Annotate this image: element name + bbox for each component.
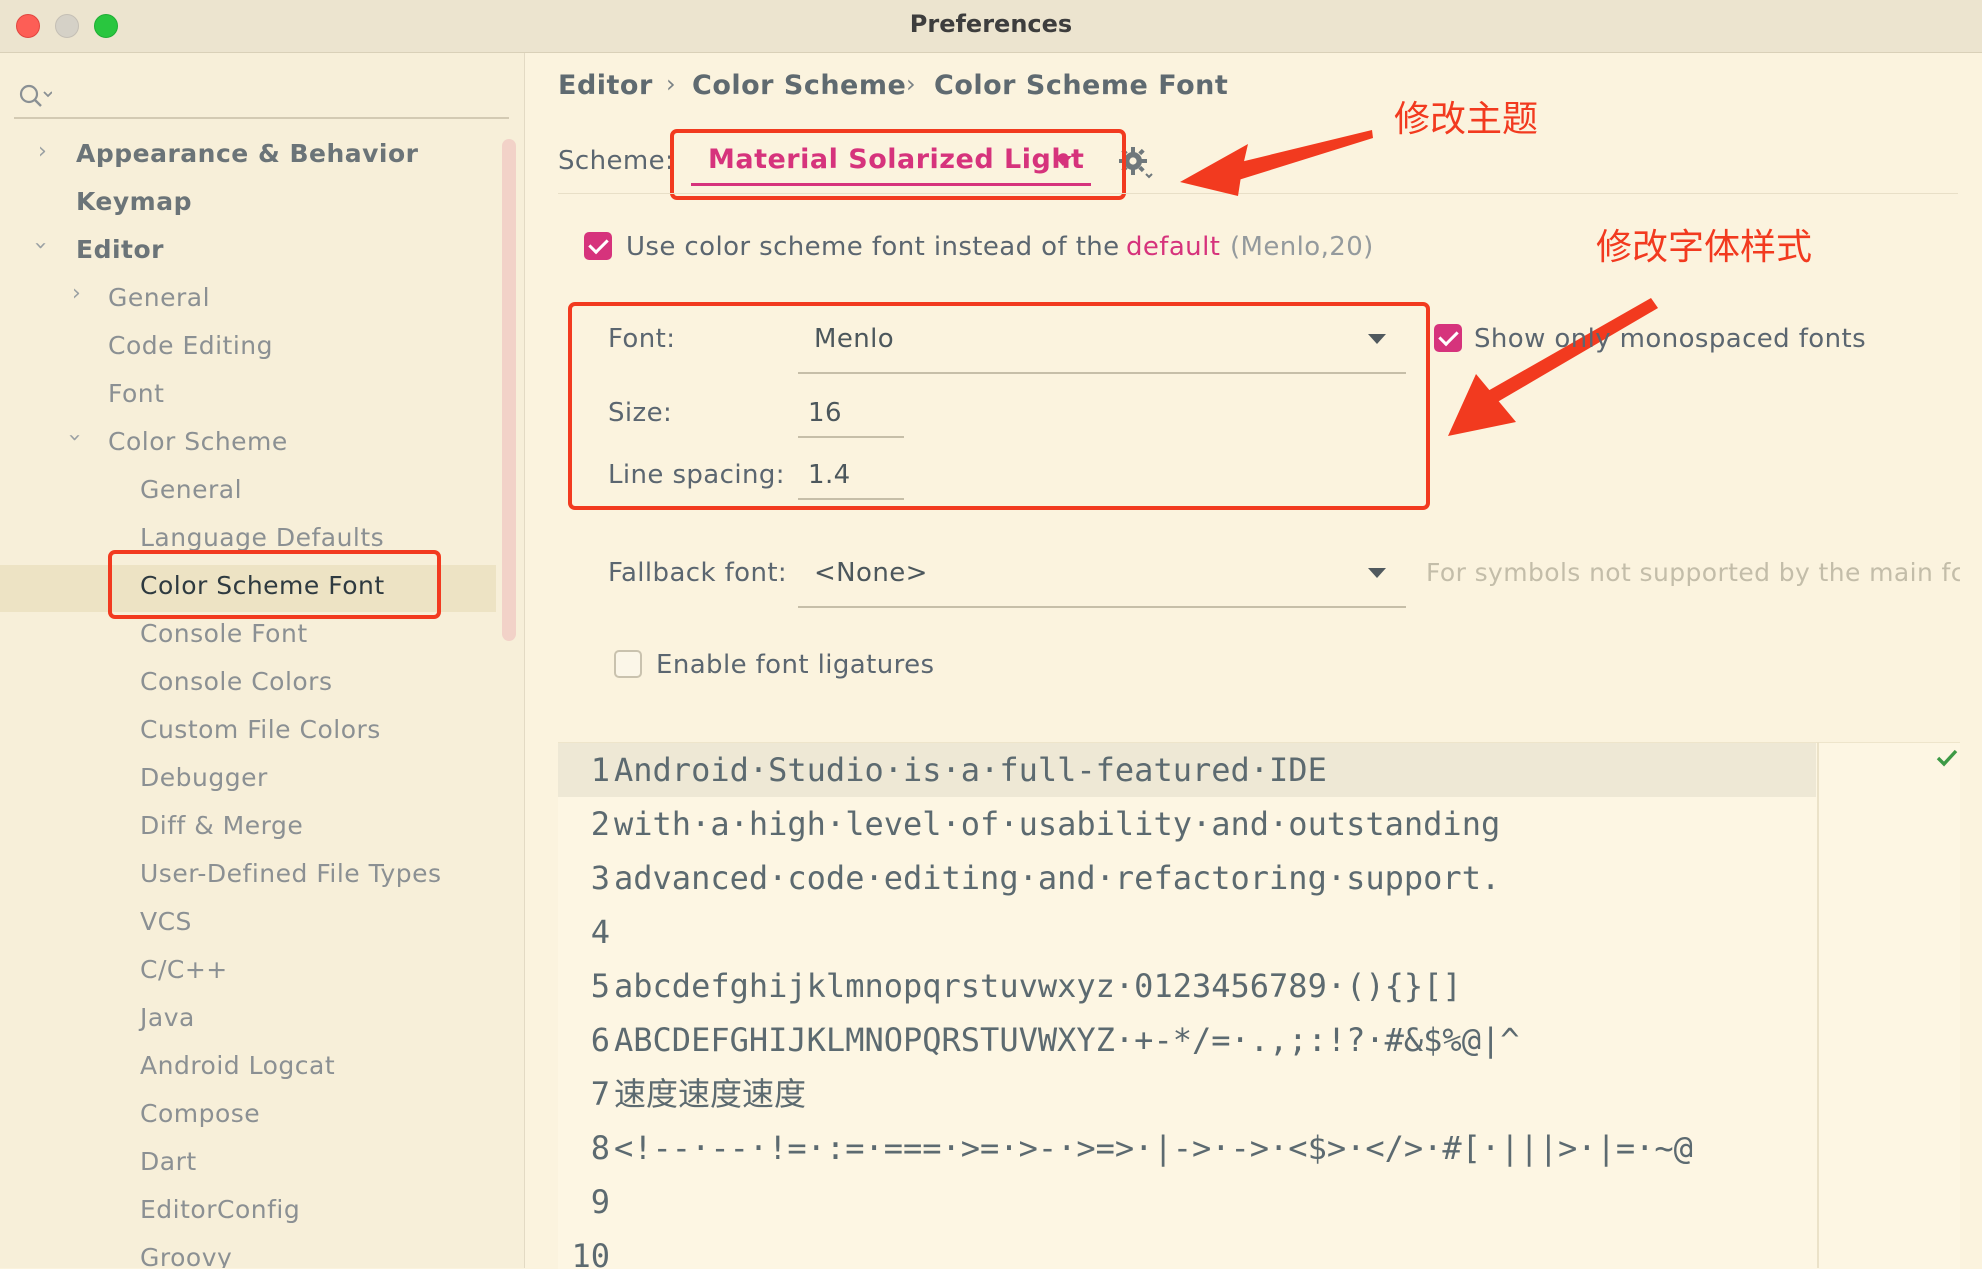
chevron-right-icon[interactable]: › <box>38 139 47 164</box>
fallback-font-value[interactable]: <None> <box>814 558 928 588</box>
preview-line: 6 ABCDEFGHIJKLMNOPQRSTUVWXYZ·+-*/=·.,;:!?… <box>558 1013 1960 1067</box>
ligatures-label: Enable font ligatures <box>656 650 935 680</box>
sidebar-item-custom-file-colors[interactable]: Custom File Colors <box>140 715 381 744</box>
chevron-down-icon[interactable]: › <box>28 241 53 250</box>
annotation-font-style: 修改字体样式 <box>1596 227 1813 268</box>
title-bar: Preferences <box>0 0 1982 53</box>
checkmark-icon <box>1936 749 1958 767</box>
font-label: Font: <box>608 324 676 354</box>
breadcrumb-color-scheme-font: Color Scheme Font <box>934 70 1229 101</box>
sidebar-item-appearance-behavior[interactable]: Appearance & Behavior <box>76 139 419 168</box>
preview-text: 速度速度速度 <box>614 1075 807 1113</box>
sidebar-item-c-cpp[interactable]: C/C++ <box>140 955 228 984</box>
preview-text: <!--·--·!=·:=·===·>=·>-·>=>·|->·->·<$>·<… <box>614 1129 1693 1167</box>
line-number: 10 <box>571 1237 610 1269</box>
preview-text: Android·Studio·is·a·full-featured·IDE <box>614 751 1327 789</box>
ligatures-checkbox[interactable] <box>614 650 642 678</box>
preview-line: 10 <box>558 1229 1960 1269</box>
annotation-box-color-scheme-font <box>108 550 441 619</box>
line-spacing-input[interactable]: 1.4 <box>808 460 851 490</box>
chevron-down-icon[interactable] <box>1368 334 1386 344</box>
breadcrumb-separator-icon: › <box>666 70 676 98</box>
sidebar-item-console-colors[interactable]: Console Colors <box>140 667 333 696</box>
default-font-value: (Menlo,20) <box>1230 232 1374 262</box>
breadcrumb-editor[interactable]: Editor <box>558 70 653 101</box>
sidebar-item-editorconfig[interactable]: EditorConfig <box>140 1195 300 1224</box>
sidebar-item-language-defaults[interactable]: Language Defaults <box>140 523 384 552</box>
sidebar-item-android-logcat[interactable]: Android Logcat <box>140 1051 335 1080</box>
show-monospaced-label: Show only monospaced fonts <box>1474 324 1867 354</box>
line-number: 7 <box>590 1075 610 1113</box>
sidebar-item-groovy[interactable]: Groovy <box>140 1243 232 1268</box>
sidebar-item-console-font[interactable]: Console Font <box>140 619 308 648</box>
sidebar-item-diff-merge[interactable]: Diff & Merge <box>140 811 303 840</box>
preview-line: 5 abcdefghijklmnopqrstuvwxyz·0123456789·(… <box>558 959 1960 1013</box>
annotation-theme: 修改主题 <box>1394 99 1539 140</box>
chevron-down-icon[interactable]: › <box>62 433 87 442</box>
sidebar-item-editor[interactable]: Editor <box>76 235 164 264</box>
annotation-arrow-icon <box>1448 298 1658 436</box>
line-number: 1 <box>590 751 610 789</box>
sidebar-item-debugger[interactable]: Debugger <box>140 763 268 792</box>
show-monospaced-checkbox[interactable] <box>1434 324 1462 352</box>
sidebar-item-general[interactable]: General <box>108 283 210 312</box>
fallback-font-hint: For symbols not supported by the main fc <box>1426 558 1960 587</box>
preview-line: 4 <box>558 905 1960 959</box>
line-number: 2 <box>590 805 610 843</box>
preview-line: 8 <!--·--·!=·:=·===·>=·>-·>=>·|->·->·<$>·… <box>558 1121 1960 1175</box>
sidebar-item-vcs[interactable]: VCS <box>140 907 192 936</box>
scheme-label: Scheme: <box>558 146 675 176</box>
preview-line: 7 速度速度速度 <box>558 1067 1960 1121</box>
default-font-link[interactable]: default <box>1126 232 1220 262</box>
line-number: 3 <box>590 859 610 897</box>
search-icon <box>19 84 52 107</box>
size-input-underline <box>798 436 904 438</box>
preview-text: ABCDEFGHIJKLMNOPQRSTUVWXYZ·+-*/=·.,;:!?·… <box>614 1021 1520 1059</box>
sidebar-item-font[interactable]: Font <box>108 379 164 408</box>
chevron-down-icon[interactable] <box>1368 568 1386 578</box>
size-label: Size: <box>608 398 673 428</box>
preview-line: 2 with·a·high·level·of·usability·and·outs… <box>558 797 1960 851</box>
sidebar-item-color-scheme-general[interactable]: General <box>140 475 242 504</box>
line-number: 5 <box>590 967 610 1005</box>
breadcrumb-separator-icon: › <box>906 70 916 98</box>
sidebar-item-java[interactable]: Java <box>140 1003 195 1032</box>
search-input[interactable] <box>14 77 509 119</box>
annotation-box-scheme <box>670 129 1126 200</box>
preview-text: advanced·code·editing·and·refactoring·su… <box>614 859 1501 897</box>
line-number: 6 <box>590 1021 610 1059</box>
sidebar-item-keymap[interactable]: Keymap <box>76 187 192 216</box>
chevron-right-icon[interactable]: › <box>72 281 81 306</box>
preview-line: 9 <box>558 1175 1960 1229</box>
sidebar-item-dart[interactable]: Dart <box>140 1147 197 1176</box>
annotation-arrow-icon <box>1180 130 1373 196</box>
settings-sidebar: › Appearance & Behavior Keymap › Editor … <box>0 53 525 1268</box>
sidebar-item-compose[interactable]: Compose <box>140 1099 260 1128</box>
sidebar-item-user-defined-file-types[interactable]: User-Defined File Types <box>140 859 442 888</box>
font-preview-editor[interactable]: 1 Android·Studio·is·a·full-featured·IDE 2… <box>558 742 1960 1269</box>
sidebar-item-code-editing[interactable]: Code Editing <box>108 331 273 360</box>
fallback-font-underline <box>798 606 1406 608</box>
sidebar-scrollbar[interactable] <box>502 139 516 641</box>
line-spacing-label: Line spacing: <box>608 460 785 490</box>
preview-right-gutter <box>1817 742 1819 1268</box>
use-scheme-font-checkbox[interactable] <box>584 232 612 260</box>
preview-line: 3 advanced·code·editing·and·refactoring·s… <box>558 851 1960 905</box>
line-number: 8 <box>590 1129 610 1167</box>
use-scheme-font-label: Use color scheme font instead of the <box>626 232 1120 262</box>
sidebar-item-color-scheme[interactable]: Color Scheme <box>108 427 288 456</box>
preview-line: 1 Android·Studio·is·a·full-featured·IDE <box>558 743 1816 797</box>
size-input[interactable]: 16 <box>808 398 842 428</box>
font-dropdown-value[interactable]: Menlo <box>814 324 894 354</box>
line-spacing-underline <box>798 498 904 500</box>
font-dropdown-underline <box>798 372 1406 374</box>
line-number: 4 <box>590 913 610 951</box>
breadcrumb-color-scheme[interactable]: Color Scheme <box>692 70 906 101</box>
line-number: 9 <box>590 1183 610 1221</box>
preview-text: with·a·high·level·of·usability·and·outst… <box>614 805 1501 843</box>
preview-text: abcdefghijklmnopqrstuvwxyz·0123456789·()… <box>614 967 1462 1005</box>
window-title: Preferences <box>909 10 1073 38</box>
fallback-font-label: Fallback font: <box>608 558 788 588</box>
